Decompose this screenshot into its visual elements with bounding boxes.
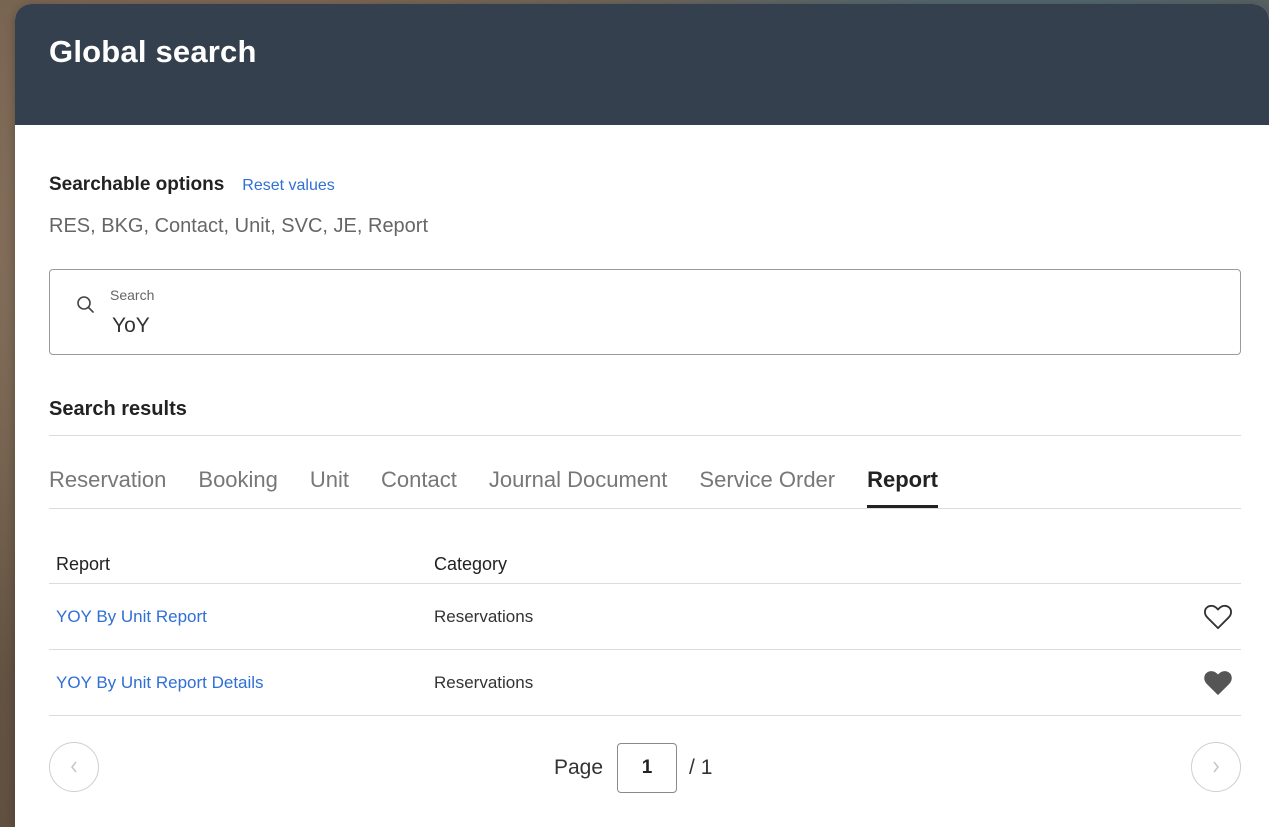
favorite-cell [998,583,1241,650]
chevron-left-icon [71,761,77,773]
table-row: YOY By Unit Report Reservations [49,583,1241,650]
searchable-options-title: Searchable options [49,174,225,195]
results-table: Report Category YOY By Unit Report Reser… [49,509,1241,716]
category-cell: Reservations [427,583,999,650]
heart-filled-icon[interactable] [1203,670,1233,696]
modal-title: Global search [49,34,257,69]
pagination: Page / 1 [49,716,1241,822]
tab-journal-document[interactable]: Journal Document [489,467,668,508]
chevron-right-icon [1213,761,1219,773]
tab-contact[interactable]: Contact [381,467,457,508]
search-field-value[interactable]: YoY [112,314,150,338]
tab-service-order[interactable]: Service Order [699,467,835,508]
page-label: Page [554,756,604,779]
page-number-input[interactable] [617,743,678,793]
tab-booking[interactable]: Booking [198,467,278,508]
report-link[interactable]: YOY By Unit Report [56,607,207,626]
search-field-label: Search [110,287,155,303]
page-indicator: Page / 1 [554,743,712,793]
results-tabs: Reservation Booking Unit Contact Journal… [49,436,1241,509]
search-icon [77,296,94,313]
previous-page-button[interactable] [49,742,99,792]
tab-unit[interactable]: Unit [310,467,349,508]
modal-header: Global search [15,4,1269,125]
column-header-category: Category [427,509,999,584]
column-header-favorite [998,509,1241,584]
report-cell: YOY By Unit Report [49,583,427,650]
report-cell: YOY By Unit Report Details [49,649,427,716]
table-header-row: Report Category [49,509,1241,584]
report-link[interactable]: YOY By Unit Report Details [56,673,264,692]
searchable-options-row: Searchable options Reset values [49,174,1241,196]
heart-outline-icon[interactable] [1203,604,1233,630]
searchable-options-list: RES, BKG, Contact, Unit, SVC, JE, Report [49,215,429,237]
table-row: YOY By Unit Report Details Reservations [49,649,1241,716]
modal-body: Searchable options Reset values RES, BKG… [15,174,1269,822]
tab-report[interactable]: Report [867,467,939,508]
global-search-modal: Global search Searchable options Reset v… [15,4,1269,827]
search-results-title: Search results [49,398,1241,436]
next-page-button[interactable] [1191,742,1241,792]
reset-values-link[interactable]: Reset values [242,177,335,195]
tab-reservation[interactable]: Reservation [49,467,166,508]
favorite-cell [998,649,1241,716]
category-cell: Reservations [427,649,999,716]
column-header-report: Report [49,509,427,584]
page-total: / 1 [689,756,713,779]
search-input[interactable]: Search YoY [49,269,1241,355]
